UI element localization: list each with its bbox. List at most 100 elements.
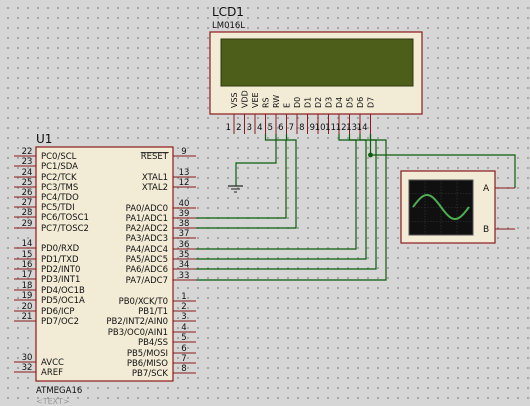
mcu-pin-number: 34 [179,260,190,270]
mcu-pin-number: 1 [181,292,186,302]
oscilloscope-component[interactable]: AB [400,170,515,244]
mcu-pin-number: 17 [22,270,33,280]
schematic-canvas[interactable]: LCD1 LM016L <TEXT> VSS 1 VDD 2 VEE 3 RS 4 RW 5 E 6 D0 7 D… [0,0,530,406]
mcu-pin-number: 22 [22,147,33,157]
mcu-pin-name: PC0/SCL [41,152,77,162]
lcd-ref-label: LCD1 [212,5,244,19]
lcd-pin-name: RS [262,97,271,108]
mcu-component[interactable]: U1ATMEGA16<TEXT>22 PC0/SCL23 PC1/SDA24 PC2/… [14,132,196,406]
lcd-pin-name: D6 [356,97,365,108]
lcd-pin-number: 14 [357,123,368,133]
mcu-pin-name: PA6/ADC6 [126,265,168,275]
mcu-pin-number: 18 [22,281,33,291]
lcd-pin-name: VSS [230,92,239,108]
mcu-pin-number: 12 [179,178,190,188]
mcu-pin-number: 29 [22,219,33,229]
mcu-pin-number: 32 [22,363,33,373]
mcu-pin-number: 24 [22,168,33,178]
mcu-pin-number: 40 [179,199,190,209]
mcu-pin-name: PC2/TCK [41,173,77,183]
mcu-pin-number: 6 [181,344,186,354]
lcd-pin-number: 3 [247,123,252,133]
mcu-pin-name: PA3/ADC3 [126,234,168,244]
lcd-pin-name: RW [272,95,281,108]
lcd-pin-number: 4 [257,123,262,133]
mcu-pin-number: 3 [181,312,186,322]
mcu-pin-number: 36 [179,240,190,250]
mcu-pin-name: PC4/TDO [41,193,79,203]
mcu-pin-number: 27 [22,198,33,208]
ground-symbol [228,185,243,193]
mcu-pin-name: PA4/ADC4 [126,245,168,255]
lcd-pin-name: D4 [335,97,344,108]
mcu-pin-name: PB0/XCK/T0 [119,297,168,307]
mcu-pin-name: PB4/SS [138,338,168,348]
mcu-pin-name: PC6/TOSC1 [41,213,89,223]
mcu-pin-number: 21 [22,312,33,322]
lcd-pin-number: 5 [268,123,273,133]
mcu-pin-number: 4 [181,323,186,333]
mcu-pin-name: XTAL2 [142,183,168,193]
mcu-pin-number: 38 [179,219,190,229]
mcu-pin-number: 20 [22,302,33,312]
mcu-pin-number: 8 [181,364,186,374]
lcd-screen [220,38,414,87]
mcu-pin-name: PA0/ADC0 [126,204,168,214]
mcu-pin-number: 23 [22,157,33,167]
mcu-pin-name: PD2/INT0 [41,265,80,275]
mcu-pin-number: 28 [22,208,33,218]
mcu-pin-name: RESET [141,152,169,162]
mcu-pin-name: PA5/ADC5 [126,255,168,265]
lcd-pin-number: 2 [236,123,241,133]
mcu-pin-number: 5 [181,333,186,343]
mcu-pin-name: PC5/TDI [41,203,75,213]
wire-d5-pa5[interactable] [196,134,367,260]
lcd-pin-name: D7 [367,97,376,108]
lcd-model-label: LM016L [212,21,245,31]
mcu-pin-name: PD3/INT1 [41,275,80,285]
lcd-pin-number: 7 [289,123,294,133]
mcu-pin-name: PB5/MOSI [127,349,168,359]
lcd-pin-name: VDD [241,90,250,108]
mcu-pin-number: 7 [181,354,186,364]
lcd-pin-name: D3 [325,97,334,108]
mcu-pin-number: 25 [22,178,33,188]
mcu-pin-name: PD7/OC2 [41,317,79,327]
mcu-pin-name: PC7/TOSC2 [41,224,89,234]
lcd-pin-name: D1 [304,97,313,108]
lcd-pin-number: 6 [278,123,283,133]
lcd-pin-name: D5 [346,97,355,108]
mcu-pin-name: PB2/INT2/AIN0 [106,317,168,327]
lcd-pin-name: E [283,103,292,108]
mcu-pin-number: 39 [179,209,190,219]
mcu-pin-number: 13 [179,168,190,178]
mcu-pin-number: 9 [181,147,186,157]
scope-channel-label: A [483,184,490,194]
mcu-pin-name: PA1/ADC1 [126,214,168,224]
wire-rs-pa1[interactable] [196,134,287,219]
mcu-pin-name: PC3/TMS [41,183,78,193]
lcd-pin-number: 8 [299,123,304,133]
mcu-pin-name: PB1/T1 [138,307,168,317]
mcu-pin-name: PA7/ADC7 [126,276,168,286]
mcu-pin-number: 19 [22,291,33,301]
lcd-pin-name: D2 [314,97,323,108]
mcu-pin-number: 35 [179,250,190,260]
lcd-pin-number: 11 [325,123,336,133]
mcu-model-label: ATMEGA16 [36,386,82,396]
wire-e-pa2[interactable] [196,134,297,229]
mcu-pin-number: 33 [179,271,190,281]
lcd-pin-number: 13 [346,123,357,133]
lcd-component[interactable]: LCD1LM016L<TEXT>VSS1VDD2VEE3RS4RW5E6D07D… [209,5,423,134]
mcu-pin-name: AREF [41,368,63,378]
junction-dot [368,152,373,158]
scope-channel-b[interactable]: B [483,225,515,235]
mcu-pin-name: PB6/MISO [127,359,168,369]
scope-channel-label: B [483,225,489,235]
mcu-pin-name: PC1/SDA [41,162,78,172]
mcu-pin-name: PD5/OC1A [41,296,85,306]
mcu-pin-number: 30 [22,353,33,363]
wire-d7-pa7[interactable] [196,134,387,281]
wire-rw-ground[interactable] [235,134,277,186]
scope-channel-a[interactable]: A [483,184,515,194]
